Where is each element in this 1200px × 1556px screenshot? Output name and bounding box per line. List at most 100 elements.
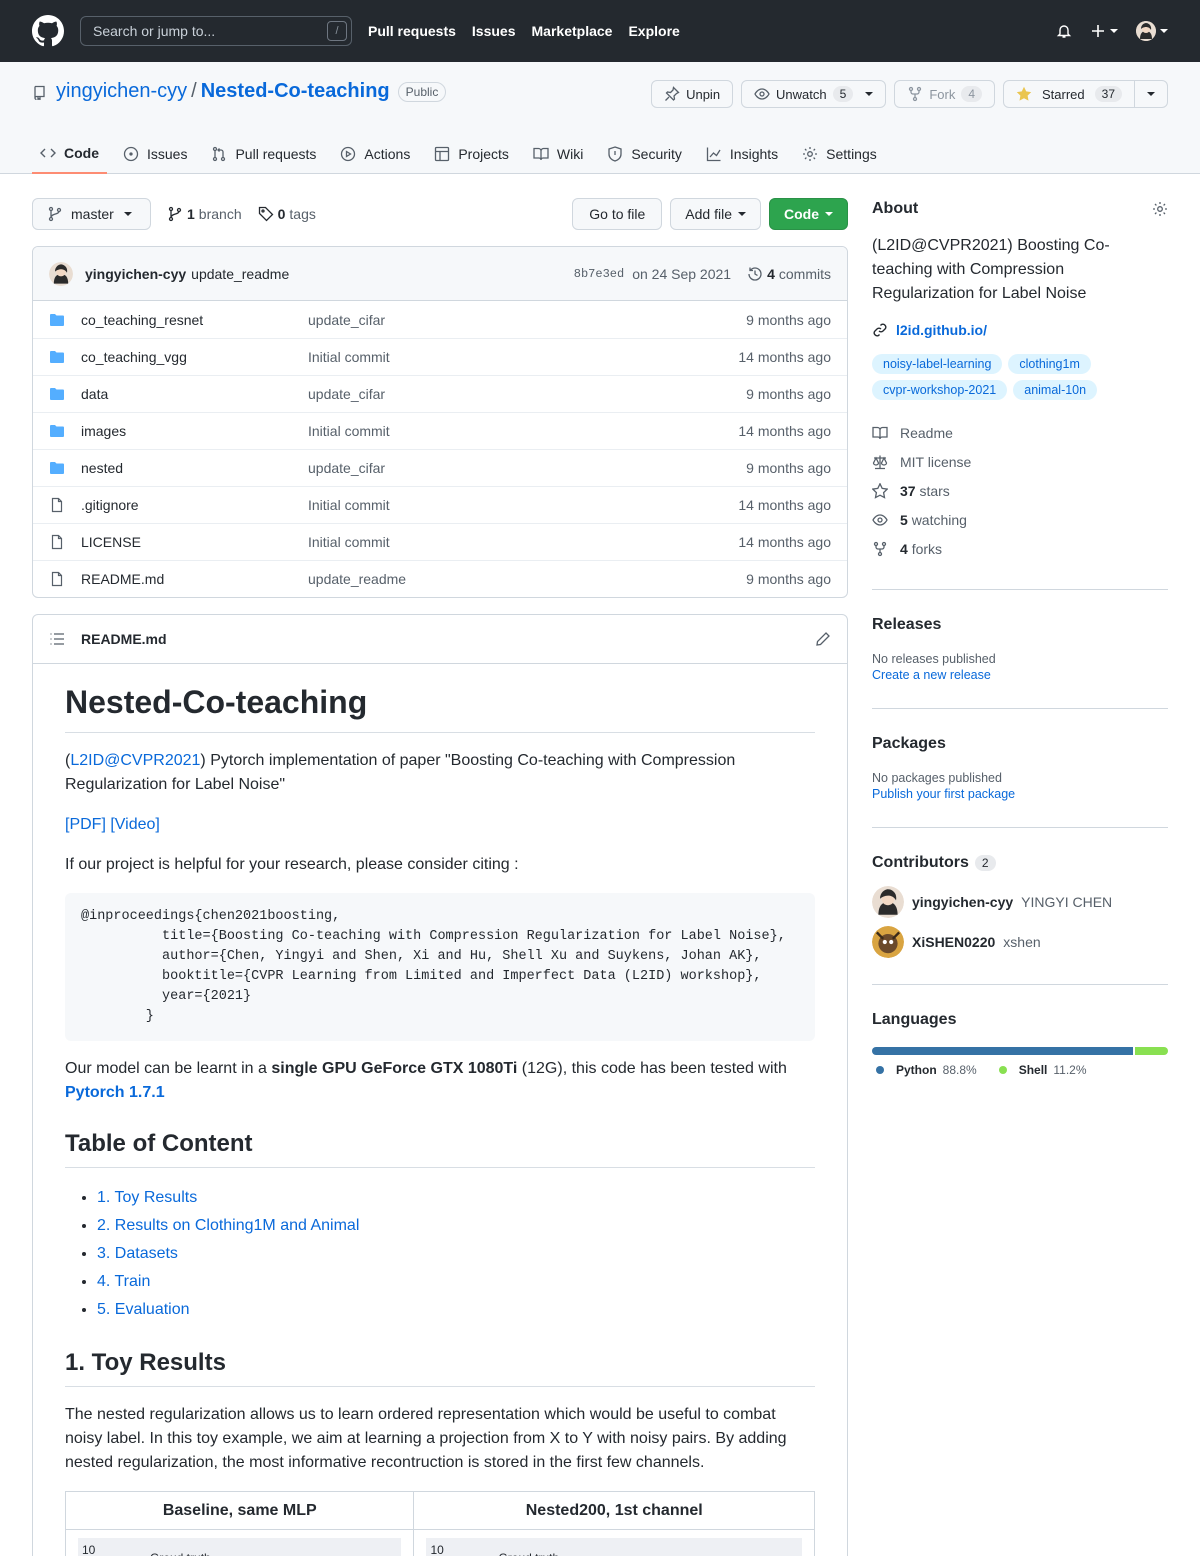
toc-item[interactable]: 3. Datasets (97, 1245, 178, 1262)
pytorch-link[interactable]: Pytorch 1.7.1 (65, 1084, 165, 1101)
contributor-row[interactable]: yingyichen-cyy YINGYI CHEN (872, 882, 1168, 922)
repo-name-link[interactable]: Nested-Co-teaching (201, 80, 390, 103)
gear-icon[interactable] (1152, 201, 1168, 217)
file-name[interactable]: data (81, 386, 308, 402)
toc-item[interactable]: 2. Results on Clothing1M and Animal (97, 1217, 359, 1234)
tab-issues-label: Issues (147, 146, 188, 162)
fork-button[interactable]: Fork 4 (894, 80, 995, 108)
file-row[interactable]: co_teaching_resnet update_cifar 9 months a… (33, 301, 847, 338)
file-row[interactable]: data update_cifar 9 months ago (33, 375, 847, 412)
file-row[interactable]: .gitignore Initial commit 14 months ago (33, 486, 847, 523)
bell-icon[interactable] (1056, 23, 1072, 39)
file-commit-message[interactable]: update_cifar (308, 460, 746, 476)
toc-item[interactable]: 5. Evaluation (97, 1301, 190, 1318)
repo-description: (L2ID@CVPR2021) Boosting Co-teaching wit… (872, 237, 1110, 302)
slash-shortcut-badge: / (327, 21, 347, 41)
link-icon (873, 323, 887, 337)
repo-owner-link[interactable]: yingyichen-cyy (56, 80, 187, 103)
tags-link[interactable]: 0 tags (258, 206, 316, 222)
language-item[interactable]: Shell 11.2% (998, 1063, 1087, 1077)
license-link[interactable]: MIT license (872, 447, 1168, 476)
file-name[interactable]: co_teaching_vgg (81, 349, 308, 365)
language-item[interactable]: Python 88.8% (876, 1063, 977, 1077)
tab-settings[interactable]: Settings (794, 134, 885, 174)
tab-projects[interactable]: Projects (426, 134, 517, 174)
contributors-heading[interactable]: Contributors (872, 854, 969, 872)
file-commit-message[interactable]: Initial commit (308, 534, 738, 550)
stars-link[interactable]: 37 stars (872, 476, 1168, 505)
tab-security[interactable]: Security (599, 134, 690, 174)
star-list-dropdown[interactable] (1135, 80, 1168, 108)
pencil-icon[interactable] (815, 631, 831, 647)
nav-marketplace[interactable]: Marketplace (532, 23, 613, 39)
tab-code[interactable]: Code (32, 134, 107, 174)
l2id-link[interactable]: L2ID@CVPR2021 (70, 752, 200, 769)
topic-tag[interactable]: clothing1m (1008, 354, 1091, 374)
topic-tag[interactable]: animal-10n (1013, 380, 1098, 400)
packages-heading[interactable]: Packages (872, 735, 1168, 753)
file-list: co_teaching_resnet update_cifar 9 months a… (33, 301, 847, 597)
tab-insights[interactable]: Insights (698, 134, 786, 174)
homepage-link[interactable]: l2id.github.io/ (896, 322, 987, 338)
file-commit-message[interactable]: Initial commit (308, 497, 738, 513)
commit-author[interactable]: yingyichen-cyy (85, 266, 186, 282)
tab-insights-label: Insights (729, 146, 779, 162)
nav-issues[interactable]: Issues (472, 23, 516, 39)
unpin-button[interactable]: Unpin (651, 80, 734, 108)
nav-explore[interactable]: Explore (628, 23, 679, 39)
play-icon (341, 146, 356, 162)
file-name[interactable]: images (81, 423, 308, 439)
file-row[interactable]: images Initial commit 14 months ago (33, 412, 847, 449)
nav-pull-requests[interactable]: Pull requests (368, 23, 456, 39)
unwatch-button[interactable]: Unwatch 5 (741, 80, 887, 108)
file-commit-message[interactable]: update_readme (308, 571, 746, 587)
add-file-button[interactable]: Add file (670, 198, 761, 230)
file-row[interactable]: LICENSE Initial commit 14 months ago (33, 523, 847, 560)
create-new-menu[interactable] (1090, 23, 1118, 39)
file-name[interactable]: co_teaching_resnet (81, 312, 308, 328)
publish-package-link[interactable]: Publish your first package (872, 787, 1168, 801)
file-name[interactable]: LICENSE (81, 534, 308, 550)
language-name: Python (896, 1063, 937, 1077)
file-name[interactable]: .gitignore (81, 497, 308, 513)
search-input[interactable]: Search or jump to... / (80, 16, 352, 46)
contributor-row[interactable]: XiSHEN0220 xshen (872, 922, 1168, 962)
gear-icon (803, 147, 818, 161)
github-logo-icon[interactable] (32, 15, 64, 47)
code-button[interactable]: Code (769, 198, 848, 230)
tab-issues[interactable]: Issues (115, 134, 195, 174)
file-commit-message[interactable]: update_cifar (308, 386, 746, 402)
tab-wiki-label: Wiki (556, 146, 584, 162)
commit-sha[interactable]: 8b7e3ed (574, 267, 624, 281)
branch-selector[interactable]: master (32, 198, 151, 230)
file-commit-message[interactable]: update_cifar (308, 312, 746, 328)
tab-pull-requests[interactable]: Pull requests (203, 134, 324, 174)
readme-link[interactable]: Readme (872, 418, 1168, 447)
tab-wiki[interactable]: Wiki (525, 134, 591, 174)
topic-tag[interactable]: noisy-label-learning (872, 354, 1003, 374)
topic-tag[interactable]: cvpr-workshop-2021 (872, 380, 1008, 400)
file-name[interactable]: nested (81, 460, 308, 476)
branches-link[interactable]: 1 branch (167, 206, 242, 222)
watchers-link[interactable]: 5 watching (872, 505, 1168, 534)
file-commit-message[interactable]: Initial commit (308, 423, 738, 439)
file-row[interactable]: co_teaching_vgg Initial commit 14 months a… (33, 338, 847, 375)
toc-item[interactable]: 4. Train (97, 1273, 150, 1290)
file-name[interactable]: README.md (81, 571, 308, 587)
releases-heading[interactable]: Releases (872, 616, 1168, 634)
pdf-video-links[interactable]: [PDF] [Video] (65, 816, 160, 833)
tab-actions[interactable]: Actions (332, 134, 418, 174)
create-release-link[interactable]: Create a new release (872, 668, 1168, 682)
file-row[interactable]: README.md update_readme 9 months ago (33, 560, 847, 597)
commit-message[interactable]: update_readme (191, 266, 289, 282)
list-unordered-icon[interactable] (49, 631, 65, 647)
toc-item[interactable]: 1. Toy Results (97, 1189, 197, 1206)
file-commit-message[interactable]: Initial commit (308, 349, 738, 365)
go-to-file-button[interactable]: Go to file (572, 198, 663, 230)
starred-button[interactable]: Starred 37 (1003, 80, 1135, 108)
user-menu[interactable] (1136, 21, 1168, 41)
commit-author-avatar[interactable] (49, 261, 73, 286)
forks-link[interactable]: 4 forks (872, 534, 1168, 563)
commits-link[interactable]: 4 commits (747, 266, 831, 282)
file-row[interactable]: nested update_cifar 9 months ago (33, 449, 847, 486)
